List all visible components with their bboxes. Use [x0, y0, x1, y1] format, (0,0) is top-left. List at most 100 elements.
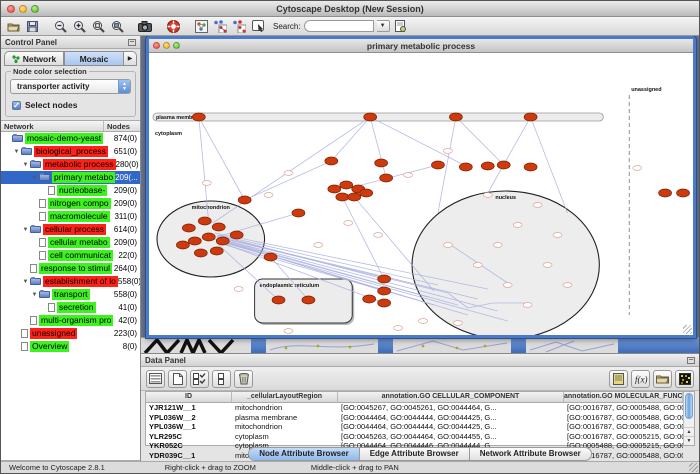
network-node[interactable] — [198, 217, 211, 225]
network-tree-row[interactable]: nitrogen compo209(0) — [1, 197, 140, 210]
app-titlebar[interactable]: Cytoscape Desktop (New Session) — [1, 1, 699, 17]
network-node-small[interactable] — [234, 287, 243, 292]
expander-icon[interactable]: ▼ — [21, 162, 30, 168]
network-tree-row[interactable]: cell communicat22(0) — [1, 249, 140, 262]
window-resize-grip[interactable] — [683, 325, 692, 334]
network-node[interactable] — [364, 113, 377, 121]
network-tree-row[interactable]: ▼metabolic process280(0) — [1, 158, 140, 171]
app-resize-grip[interactable] — [689, 463, 698, 472]
nodes-column-header[interactable]: Nodes — [104, 121, 140, 131]
network-node-small[interactable] — [493, 243, 502, 248]
network-node-small[interactable] — [533, 203, 542, 208]
network-node-small[interactable] — [284, 171, 293, 176]
zoom-selected-icon[interactable] — [109, 19, 125, 34]
network-node-small[interactable] — [523, 303, 532, 308]
network-node[interactable] — [363, 295, 376, 303]
column-header[interactable]: ID — [146, 392, 232, 402]
column-header[interactable]: annotation.GO CELLULAR_COMPONENT — [338, 392, 564, 402]
background-window-frame[interactable] — [251, 337, 266, 353]
network-node[interactable] — [272, 296, 285, 304]
network-node-small[interactable] — [563, 283, 572, 288]
network-node[interactable] — [348, 193, 361, 201]
network-node[interactable] — [212, 223, 225, 231]
expander-icon[interactable]: ▼ — [21, 279, 30, 285]
network-node[interactable] — [459, 163, 472, 171]
network-tree-row[interactable]: multi-organism pro42(0) — [1, 314, 140, 327]
attribute-batch-icon[interactable] — [190, 370, 209, 388]
network-node-small[interactable] — [404, 173, 413, 178]
network-node-small[interactable] — [483, 193, 492, 198]
network-node[interactable] — [194, 249, 207, 257]
background-window-fragment[interactable] — [393, 337, 511, 353]
network-node[interactable] — [524, 163, 537, 171]
background-window-fragment[interactable] — [266, 337, 378, 353]
background-window-frame[interactable] — [378, 337, 393, 353]
network-tree-row[interactable]: ▼transport558(0) — [1, 288, 140, 301]
background-window-fragment[interactable] — [526, 337, 618, 353]
network-node[interactable] — [292, 209, 305, 217]
new-network-selected-nodes-selected-edges-icon[interactable] — [231, 19, 247, 34]
matrix-icon[interactable] — [675, 370, 694, 388]
network-tree-row[interactable]: cellular metabo209(0) — [1, 236, 140, 249]
network-node[interactable] — [202, 233, 215, 241]
network-node-small[interactable] — [374, 233, 383, 238]
annotation-icon[interactable] — [250, 19, 266, 34]
network-tree-row[interactable]: ▼biological_process651(0) — [1, 145, 140, 158]
create-attribute-icon[interactable] — [168, 370, 187, 388]
tab-edge-attribute-browser[interactable]: Edge Attribute Browser — [360, 448, 470, 460]
zoom-out-icon[interactable] — [52, 19, 68, 34]
zoom-fit-icon[interactable] — [90, 19, 106, 34]
network-node[interactable] — [481, 162, 494, 170]
network-node[interactable] — [380, 174, 393, 182]
network-node-small[interactable] — [633, 166, 642, 171]
save-icon[interactable] — [24, 19, 40, 34]
new-network-selected-nodes-all-edges-icon[interactable] — [212, 19, 228, 34]
tab-network-attribute-browser[interactable]: Network Attribute Browser — [470, 448, 591, 460]
network-node[interactable] — [216, 237, 229, 245]
network-node-small[interactable] — [443, 149, 452, 154]
attribute-list-icon[interactable] — [212, 370, 231, 388]
network-node[interactable] — [325, 157, 338, 165]
select-nodes-checkbox[interactable]: ✓ — [12, 101, 21, 110]
expander-icon[interactable]: ▼ — [30, 292, 39, 298]
network-node[interactable] — [524, 113, 537, 121]
network-node[interactable] — [375, 159, 388, 167]
network-tree-row[interactable]: mosaic-demo-yeast874(0) — [1, 132, 140, 145]
network-node-small[interactable] — [344, 221, 353, 226]
open-icon[interactable] — [5, 19, 21, 34]
formula-icon[interactable]: f(x) — [631, 370, 650, 388]
network-node-small[interactable] — [553, 233, 562, 238]
network-node[interactable] — [336, 193, 349, 201]
compartment-nucleus[interactable] — [412, 191, 599, 335]
snapshot-icon[interactable] — [137, 19, 153, 34]
node-color-dropdown[interactable]: transporter activity ▲▼ — [10, 79, 131, 94]
zoom-in-icon[interactable] — [71, 19, 87, 34]
expander-icon[interactable]: ▼ — [12, 149, 21, 155]
network-node[interactable] — [182, 224, 195, 232]
network-node[interactable] — [677, 189, 690, 197]
tab-node-attribute-browser[interactable]: Node Attribute Browser — [249, 448, 360, 460]
network-node-small[interactable] — [443, 243, 452, 248]
network-node[interactable] — [264, 253, 277, 261]
network-node[interactable] — [230, 231, 243, 239]
network-node[interactable] — [497, 161, 510, 169]
network-node[interactable] — [210, 247, 223, 255]
import-network-icon[interactable] — [393, 19, 409, 34]
network-node-small[interactable] — [314, 243, 323, 248]
search-input[interactable] — [304, 20, 374, 32]
network-node-small[interactable] — [453, 321, 462, 326]
search-dropdown-icon[interactable]: ▼ — [377, 20, 390, 32]
network-tree-row[interactable]: ▼establishment of lo558(0) — [1, 275, 140, 288]
help-icon[interactable] — [165, 19, 181, 34]
table-row[interactable]: YLR295Ccytoplasm[GO:0045263, GO:0044464,… — [146, 432, 683, 442]
network-node[interactable] — [378, 275, 391, 283]
network-node[interactable] — [328, 185, 341, 193]
float-panel-icon[interactable] — [128, 39, 136, 46]
background-window-frame[interactable] — [618, 337, 699, 353]
expander-icon[interactable]: ▼ — [21, 227, 30, 233]
network-node-small[interactable] — [284, 329, 293, 334]
import-attributes-icon[interactable] — [609, 370, 628, 388]
network-tree-row[interactable]: nucleobase-209(0) — [1, 184, 140, 197]
background-window-frame[interactable] — [511, 337, 526, 353]
network-node-small[interactable] — [513, 223, 522, 228]
